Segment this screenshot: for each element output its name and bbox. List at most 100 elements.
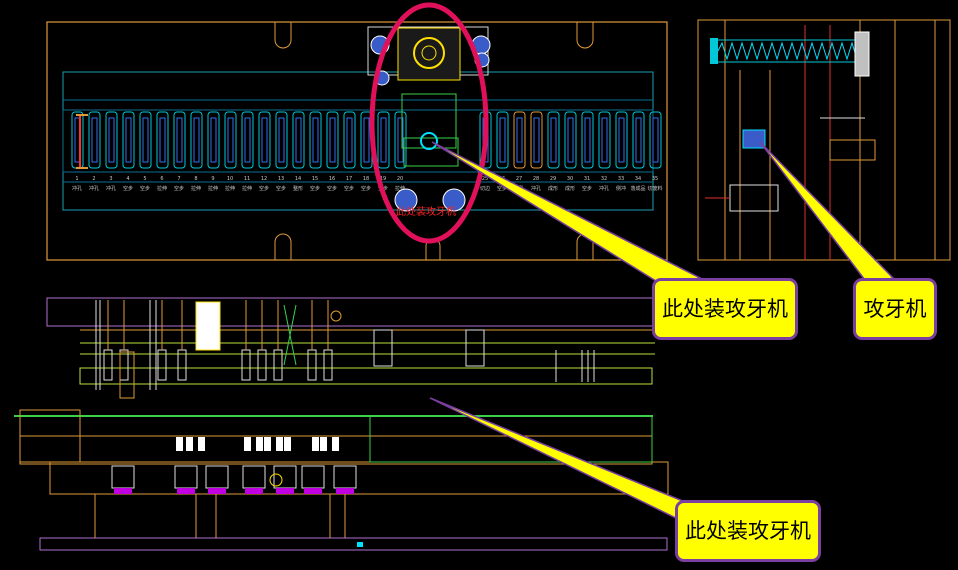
station-number: 12 — [261, 176, 267, 182]
station-part — [346, 117, 353, 163]
notch-bottom-left — [274, 233, 292, 260]
station-part — [652, 117, 659, 163]
station-number: 14 — [295, 176, 301, 182]
section-view — [14, 297, 669, 551]
station-slot — [224, 111, 237, 169]
station-label: 空步 — [327, 185, 337, 192]
station-part — [635, 117, 642, 163]
die-button — [276, 437, 283, 451]
station-slot — [71, 111, 84, 169]
station-slot — [292, 111, 305, 169]
insert-base — [114, 488, 132, 494]
station-text-row: 1 冲孔 2 冲孔 3 冲孔 4 空步 5 空步 6 拉伸 7 空步 8 拉伸 9 拉伸 10 拉伸 11 拉伸 12 空步 1… — [72, 176, 663, 192]
die-insert — [273, 465, 297, 489]
callout-tapper: 攻牙机 — [853, 278, 937, 340]
callout-2-text: 攻牙机 — [863, 296, 927, 321]
station-label: 空步 — [259, 185, 269, 192]
station-part — [550, 117, 557, 163]
station-label: 空步 — [140, 185, 150, 192]
station-part — [159, 117, 166, 163]
top-plate-section — [46, 297, 656, 327]
station-label: 成形 — [548, 185, 558, 192]
station-part — [210, 117, 217, 163]
lower-tap-mark — [269, 473, 283, 487]
station-label: 切边 — [480, 185, 490, 192]
station-part — [91, 117, 98, 163]
station-part — [516, 117, 523, 163]
station-slot — [139, 111, 152, 169]
station-number: 2 — [92, 176, 95, 182]
station-number: 33 — [618, 176, 624, 182]
die-button — [186, 437, 193, 451]
station-slot — [241, 111, 254, 169]
station-number: 7 — [177, 176, 180, 182]
station-label: 切废料 — [647, 185, 662, 192]
insert-base — [177, 488, 195, 494]
station-number: 16 — [329, 176, 335, 182]
side-clamp — [829, 139, 876, 161]
guide-post-1 — [373, 329, 393, 367]
station-number: 34 — [635, 176, 641, 182]
insert-base — [245, 488, 263, 494]
die-button — [198, 437, 205, 451]
station-number: 20 — [397, 176, 403, 182]
insert-base — [208, 488, 226, 494]
notch-top-right — [576, 22, 594, 49]
station-slot — [326, 111, 339, 169]
die-insert — [242, 465, 266, 489]
station-number: 17 — [346, 176, 352, 182]
callout-tapper-location-1: 此处装攻牙机 — [652, 278, 798, 340]
die-button — [312, 437, 319, 451]
station-part — [567, 117, 574, 163]
station-part — [329, 117, 336, 163]
die-button — [256, 437, 263, 451]
station-slot — [88, 111, 101, 169]
strip-stations — [71, 111, 662, 169]
die-button — [244, 437, 251, 451]
insert-base — [304, 488, 322, 494]
station-part — [499, 117, 506, 163]
station-slot — [598, 111, 611, 169]
station-number: 30 — [567, 176, 573, 182]
station-part — [584, 117, 591, 163]
screw-end-cap — [710, 38, 718, 64]
station-number: 29 — [550, 176, 556, 182]
station-number: 35 — [652, 176, 658, 182]
station-part — [533, 117, 540, 163]
station-part — [312, 117, 319, 163]
station-slot — [649, 111, 662, 169]
pointer-1 — [431, 141, 703, 287]
station-part — [108, 117, 115, 163]
station-slot — [581, 111, 594, 169]
die-button — [176, 437, 183, 451]
tapper-motor-side — [729, 184, 779, 212]
station-label: 空步 — [174, 185, 184, 192]
station-slot — [530, 111, 543, 169]
die-insert — [111, 465, 135, 489]
station-slot — [632, 111, 645, 169]
station-part — [176, 117, 183, 163]
station-number: 11 — [244, 176, 250, 182]
guide-post-2 — [465, 329, 485, 367]
notch-top-left — [274, 22, 292, 49]
base-plate — [39, 537, 668, 551]
tapper-unit-section — [195, 301, 221, 351]
die-insert — [333, 465, 357, 489]
marker-square — [357, 542, 363, 547]
station-slot — [190, 111, 203, 169]
station-label: 成形 — [565, 185, 575, 192]
station-label: 拉伸 — [157, 185, 167, 192]
station-number: 15 — [312, 176, 318, 182]
station-label: 拉伸 — [191, 185, 201, 192]
station-label: 空步 — [361, 185, 371, 192]
callout-tapper-location-2: 此处装攻牙机 — [675, 500, 821, 562]
station-label: 侧冲 — [616, 185, 626, 192]
die-button — [264, 437, 271, 451]
station-label: 冲孔 — [89, 185, 99, 192]
station-label: 整形 — [293, 185, 303, 192]
pointer-2 — [759, 141, 895, 285]
station-slot — [343, 111, 356, 169]
station-number: 18 — [363, 176, 369, 182]
station-part — [601, 117, 608, 163]
station-label: 拉伸 — [208, 185, 218, 192]
